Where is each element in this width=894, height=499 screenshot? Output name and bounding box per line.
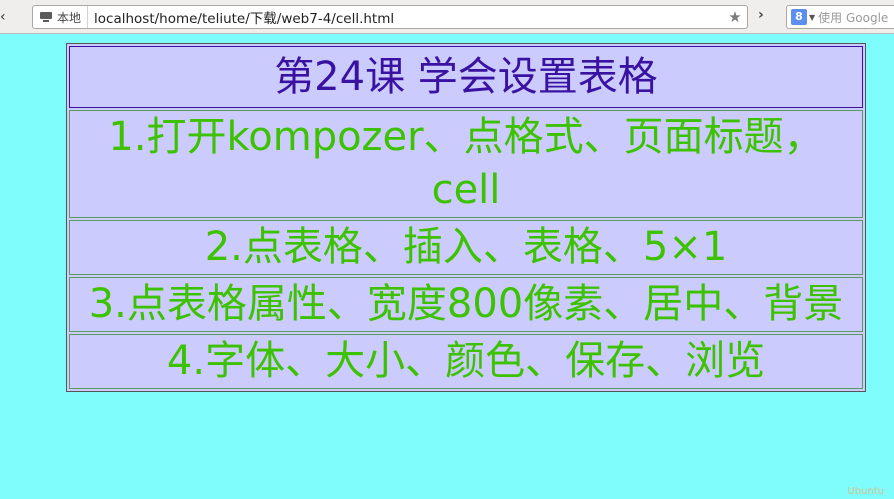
step-3: 3.点表格属性、宽度800像素、居中、背景 (69, 277, 863, 332)
table-row: 4.字体、大小、颜色、保存、浏览 (69, 334, 863, 389)
star-icon[interactable]: ★ (725, 8, 745, 26)
monitor-icon (40, 11, 52, 23)
site-label: 本地 (57, 10, 82, 25)
table-row: 第24课 学会设置表格 (69, 46, 863, 108)
chevron-left-icon[interactable]: ‹ (0, 9, 10, 25)
site-identity[interactable]: 本地 (33, 6, 89, 28)
address-bar[interactable]: 本地 localhost/home/teliute/下载/web7-4/cell… (32, 5, 748, 29)
caret-down-icon[interactable]: ▼ (809, 13, 815, 22)
lesson-title: 第24课 学会设置表格 (69, 46, 863, 108)
google-icon[interactable]: 8 (791, 9, 807, 25)
step-2: 2.点表格、插入、表格、5×1 (69, 220, 863, 275)
chevron-right-icon[interactable]: › (758, 7, 764, 23)
browser-toolbar: ‹ 本地 localhost/home/teliute/下载/web7-4/ce… (0, 0, 894, 34)
step-4: 4.字体、大小、颜色、保存、浏览 (69, 334, 863, 389)
watermark: Ubuntu (847, 486, 884, 497)
table-row: 3.点表格属性、宽度800像素、居中、背景 (69, 277, 863, 332)
table-row: 1.打开kompozer、点格式、页面标题，cell (69, 110, 863, 218)
lesson-table: 第24课 学会设置表格 1.打开kompozer、点格式、页面标题，cell 2… (66, 43, 866, 392)
step-1: 1.打开kompozer、点格式、页面标题，cell (69, 110, 863, 218)
search-bar[interactable]: 8 ▼ 使用 Google (786, 5, 894, 29)
url-text[interactable]: localhost/home/teliute/下载/web7-4/cell.ht… (88, 7, 725, 27)
table-row: 2.点表格、插入、表格、5×1 (69, 220, 863, 275)
search-input[interactable]: 使用 Google (818, 9, 888, 26)
